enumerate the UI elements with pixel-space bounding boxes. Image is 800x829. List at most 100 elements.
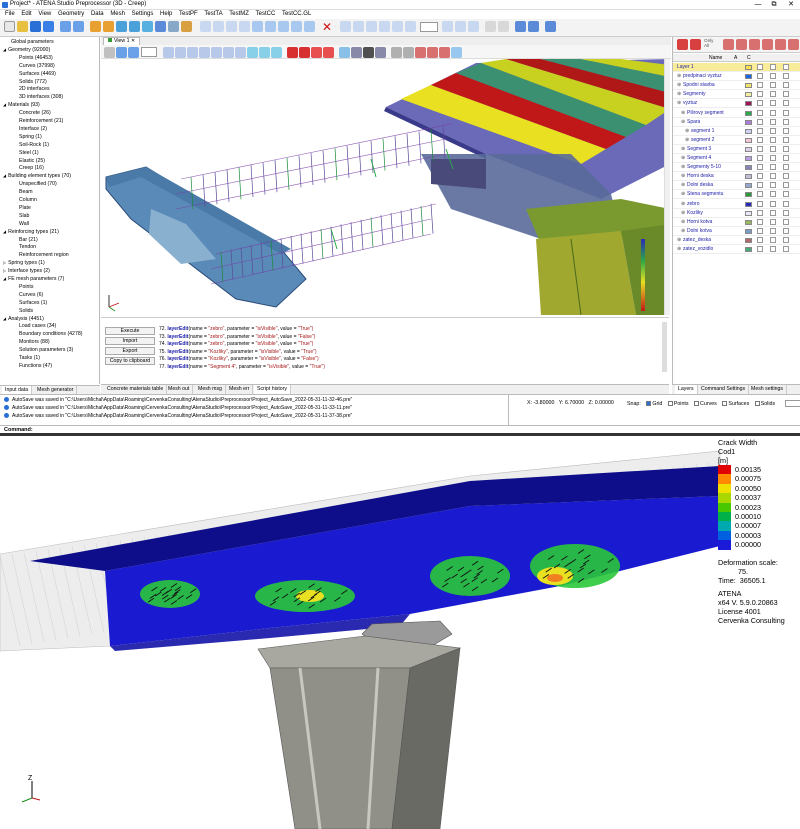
layer-row[interactable]: ⊕ Segmenty 5-10 xyxy=(673,163,800,173)
render-surfaces-icon[interactable] xyxy=(311,47,322,58)
layer-row[interactable]: ⊕ Dolni deska xyxy=(673,181,800,191)
layer-row[interactable]: ⊕ Horni kotva xyxy=(673,218,800,227)
close-view-icon[interactable]: ✕ xyxy=(131,38,135,44)
export-button[interactable]: Export xyxy=(105,347,155,355)
layer-visible-checkbox[interactable] xyxy=(757,209,763,216)
layer-expander-icon[interactable]: ⊕ xyxy=(681,163,685,172)
layer-color-swatch[interactable] xyxy=(745,237,752,243)
tree-item[interactable]: Monitors (88) xyxy=(19,339,50,346)
snap-grid-checkbox[interactable] xyxy=(646,401,652,406)
annot-icon[interactable] xyxy=(439,47,450,58)
layer-visible-checkbox[interactable] xyxy=(757,155,763,161)
layer-lock-checkbox[interactable] xyxy=(770,182,776,189)
layer-visible-checkbox[interactable] xyxy=(757,200,763,207)
layer-row[interactable]: ⊕ predpinaci vyztuz xyxy=(673,72,800,82)
minimize-button[interactable]: — xyxy=(750,0,766,10)
layer-expander-icon[interactable]: ⊕ xyxy=(681,218,685,227)
delete-icon[interactable]: ✕ xyxy=(322,20,332,34)
layer-color-swatch[interactable] xyxy=(745,165,752,171)
layer-visible-checkbox[interactable] xyxy=(757,118,763,125)
layer-row[interactable]: ⊕ Segment 3 xyxy=(673,145,800,154)
tree-item[interactable]: Curves (37998) xyxy=(19,63,55,70)
maximize-button[interactable]: ⧉ xyxy=(766,0,782,10)
snap-dropdown[interactable] xyxy=(420,22,438,32)
visibility-icon[interactable] xyxy=(451,47,462,58)
view-grid-icon[interactable] xyxy=(271,47,282,58)
layer-lock-checkbox[interactable] xyxy=(770,64,776,70)
view-right-icon[interactable] xyxy=(199,47,210,58)
close-button[interactable]: ✕ xyxy=(783,0,799,10)
tree-expander-icon[interactable]: ◢ xyxy=(3,229,6,234)
tree-item[interactable]: Functions (47) xyxy=(19,363,52,370)
view-persp-icon[interactable] xyxy=(247,47,258,58)
layer-active-checkbox[interactable] xyxy=(783,155,789,161)
clip-icon[interactable] xyxy=(415,47,426,58)
tree-item[interactable]: Interface (2) xyxy=(19,126,47,133)
render-curves-icon[interactable] xyxy=(299,47,310,58)
layer-lock-checkbox[interactable] xyxy=(770,164,776,171)
layer-visibility-icon[interactable] xyxy=(485,21,496,32)
snap-points-checkbox[interactable] xyxy=(667,401,673,406)
console-scrollbar[interactable] xyxy=(662,322,667,372)
tree-item[interactable]: Unspecified (70) xyxy=(19,181,57,188)
snap-solids-checkbox[interactable] xyxy=(754,401,760,406)
tree-item[interactable]: 3D interfaces (308) xyxy=(19,94,63,101)
menu-testta[interactable]: TestTA xyxy=(204,10,222,19)
tree-item[interactable]: Slab xyxy=(19,213,29,220)
3d-viewport[interactable] xyxy=(101,59,670,315)
layer-expander-icon[interactable]: ⊕ xyxy=(681,200,685,209)
tree-expander-icon[interactable]: ◢ xyxy=(3,316,6,321)
point-icon[interactable] xyxy=(200,21,211,32)
layer-visible-checkbox[interactable] xyxy=(757,236,763,243)
tree-expander-icon[interactable]: ◢ xyxy=(3,173,6,178)
layer-expander-icon[interactable]: ⊕ xyxy=(677,99,681,108)
rotate-icon[interactable] xyxy=(142,21,153,32)
view-bottom-icon[interactable] xyxy=(223,47,234,58)
layer-row[interactable]: ⊕ Stena segmentu xyxy=(673,190,800,200)
line-icon[interactable] xyxy=(213,21,224,32)
menu-mesh[interactable]: Mesh xyxy=(110,10,125,19)
tree-item[interactable]: ◢ Reinforcing types (21) xyxy=(3,229,59,236)
view-home-icon[interactable] xyxy=(104,47,115,58)
tree-item[interactable]: Elastic (25) xyxy=(19,158,45,165)
layer-row[interactable]: ⊕ zebro xyxy=(673,200,800,209)
layer-expander-icon[interactable]: ⊕ xyxy=(681,109,685,118)
layer-visible-checkbox[interactable] xyxy=(757,127,763,134)
layer-lock-icon[interactable] xyxy=(498,21,509,32)
layer-color-swatch[interactable] xyxy=(745,146,752,152)
tree-item[interactable]: ◢ Materials (93) xyxy=(3,102,40,109)
section-icon[interactable] xyxy=(403,47,414,58)
zoom-icon[interactable] xyxy=(90,21,101,32)
layer-expander-icon[interactable]: ⊕ xyxy=(681,172,685,181)
menu-settings[interactable]: Settings xyxy=(132,10,154,19)
tree-item[interactable]: Surfaces (1) xyxy=(19,300,47,307)
layer-active-checkbox[interactable] xyxy=(783,127,789,134)
menu-testcc[interactable]: TestCC xyxy=(256,10,276,19)
tab-concrete-materials-table[interactable]: Concrete materials table xyxy=(104,385,168,394)
label-icon[interactable] xyxy=(427,47,438,58)
layer-color-swatch[interactable] xyxy=(745,210,752,216)
tree-item[interactable]: Points xyxy=(19,284,33,291)
tree-item[interactable]: Creep (16) xyxy=(19,165,44,172)
layer-active-checkbox[interactable] xyxy=(783,118,789,125)
save-icon[interactable] xyxy=(30,21,41,32)
layer-active-checkbox[interactable] xyxy=(783,82,789,89)
layer-color-swatch[interactable] xyxy=(745,219,752,225)
scale-icon[interactable] xyxy=(379,21,390,32)
layer-active-checkbox[interactable] xyxy=(783,73,789,80)
new-file-icon[interactable] xyxy=(4,21,15,32)
layer-show-icon[interactable] xyxy=(749,39,760,50)
menu-testcc-gl[interactable]: TestCC.GL xyxy=(282,10,311,19)
cursor-mode-dropdown[interactable] xyxy=(784,400,800,407)
layer-row[interactable]: ⊕ segment 1 xyxy=(673,127,800,136)
layer-expander-icon[interactable]: ⊕ xyxy=(681,154,685,163)
layer-lock-checkbox[interactable] xyxy=(770,227,776,234)
layer-lock-checkbox[interactable] xyxy=(770,173,776,180)
move-icon[interactable] xyxy=(353,21,364,32)
boolean-icon[interactable] xyxy=(405,21,416,32)
layer-down-icon[interactable] xyxy=(736,39,747,50)
group-icon[interactable] xyxy=(515,21,526,32)
refresh-icon[interactable] xyxy=(155,21,166,32)
layer-active-checkbox[interactable] xyxy=(783,64,789,70)
snap-curves-checkbox[interactable] xyxy=(694,401,700,406)
